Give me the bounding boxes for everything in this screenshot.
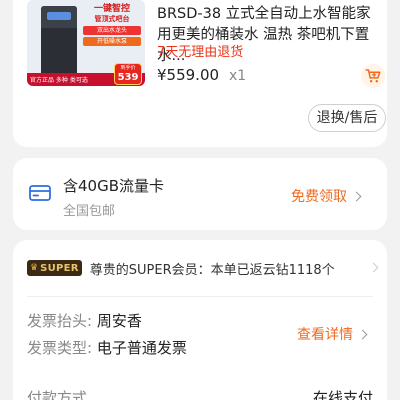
payment-method-value: 在线支付 [312, 389, 373, 400]
promo-text-block: 一键智控 管顶式吧台 双出水龙头 开低噪水泵 [83, 4, 141, 46]
payment-method-row: 付款方式 在线支付 [27, 387, 373, 400]
promo-tag: 开低噪水泵 [83, 37, 141, 46]
view-details-label: 查看详情 [297, 327, 353, 343]
return-policy-label: 7天无理由退货 [157, 45, 244, 60]
data-card-subtitle: 全国包邮 [63, 204, 116, 219]
promo-bottom-text: 官方正品 多种 类可选 [30, 77, 88, 84]
order-info-card: ♛ SUPER 尊贵的SUPER会员：本单已返云钻1118个 发票抬头: 周安香… [13, 240, 387, 400]
add-to-cart-button[interactable] [361, 64, 385, 88]
product-thumbnail[interactable]: 一键智控 管顶式吧台 双出水龙头 开低噪水泵 官方正品 多种 类可选 到手价 5… [27, 0, 145, 86]
invoice-title-label: 发票抬头: [27, 312, 93, 330]
product-card[interactable]: 一键智控 管顶式吧台 双出水龙头 开低噪水泵 官方正品 多种 类可选 到手价 5… [13, 0, 387, 147]
super-logo: ♛ SUPER [27, 260, 82, 276]
promo-title: 一键智控 [93, 4, 130, 14]
badge-price: 539 [117, 72, 139, 83]
invoice-title-row: 发票抬头: 周安香 [27, 310, 142, 331]
product-quantity: x1 [229, 68, 247, 84]
super-member-row[interactable]: ♛ SUPER 尊贵的SUPER会员：本单已返云钻1118个 [27, 258, 379, 278]
cart-icon [365, 69, 381, 83]
promo-subtitle: 管顶式吧台 [94, 15, 130, 23]
free-claim-button[interactable]: 免费领取 [291, 186, 362, 206]
invoice-title-value: 周安香 [96, 312, 142, 330]
data-card-title: 含40GB流量卡 [63, 177, 165, 195]
crown-icon: ♛ [30, 263, 39, 273]
chevron-right-icon [357, 329, 368, 339]
credit-card-icon [29, 185, 51, 205]
chevron-right-icon [351, 191, 362, 201]
free-claim-label: 免费领取 [291, 189, 347, 205]
payment-method-label: 付款方式 [27, 389, 88, 400]
invoice-type-label: 发票类型: [27, 339, 93, 357]
promo-price-badge: 到手价 539 [114, 63, 142, 85]
chevron-right-icon [368, 262, 379, 273]
super-member-text: 尊贵的SUPER会员：本单已返云钻1118个 [89, 262, 335, 278]
invoice-type-row: 发票类型: 电子普通发票 [27, 337, 187, 358]
promo-tag: 双出水龙头 [83, 26, 141, 35]
divider [27, 296, 373, 297]
badge-label: 到手价 [120, 65, 136, 71]
invoice-type-value: 电子普通发票 [96, 339, 187, 357]
data-card-promo[interactable]: 含40GB流量卡 全国包邮 免费领取 [13, 158, 387, 230]
view-invoice-details-button[interactable]: 查看详情 [297, 324, 368, 344]
product-price: ¥559.00 [157, 66, 220, 84]
refund-after-sale-button[interactable]: 退换/售后 [308, 104, 386, 132]
